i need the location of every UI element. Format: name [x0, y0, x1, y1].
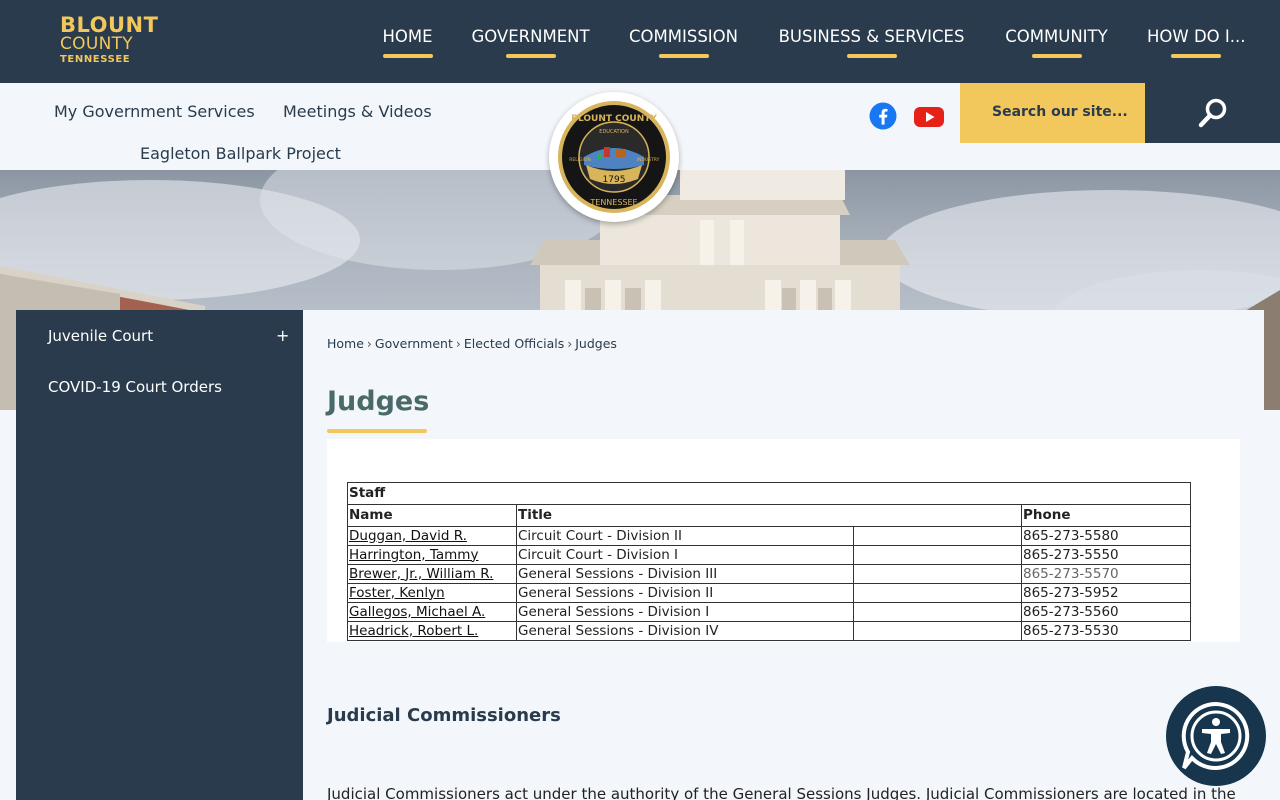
empty-cell [853, 621, 1022, 641]
search-button[interactable] [1145, 83, 1280, 143]
nav-business-services[interactable]: BUSINESS & SERVICES [776, 27, 967, 58]
judge-title: General Sessions - Division II [516, 583, 854, 603]
header-phone: Phone [1021, 504, 1191, 527]
judicial-commissioners-heading: Judicial Commissioners [327, 705, 561, 726]
nav-underline [505, 54, 556, 58]
nav-underline [846, 54, 897, 58]
county-seal[interactable]: BLOUNT COUNTY EDUCATION RELIGION INDUSTR… [549, 92, 679, 222]
judge-phone: 865-273-5560 [1021, 602, 1191, 622]
empty-cell [853, 526, 1022, 546]
top-bar: BLOUNT COUNTY TENNESSEE HOME GOVERNMENT … [0, 0, 1280, 83]
sidebar-item-covid-court-orders[interactable]: COVID-19 Court Orders [48, 378, 222, 396]
table-row: Harrington, Tammy Circuit Court - Divisi… [347, 545, 1191, 565]
breadcrumb: Home › Government › Elected Officials › Judges [327, 336, 617, 351]
accessibility-button[interactable] [1166, 686, 1266, 786]
sidebar-item-juvenile-court[interactable]: Juvenile Court [48, 327, 153, 345]
nav-government-label: GOVERNMENT [471, 27, 590, 46]
main-nav: HOME GOVERNMENT COMMISSION BUSINESS & SE… [0, 27, 1280, 67]
table-row: Gallegos, Michael A. General Sessions - … [347, 602, 1191, 622]
judge-title: General Sessions - Division III [516, 564, 854, 584]
nav-business-services-label: BUSINESS & SERVICES [778, 27, 965, 46]
header-title: Title [516, 504, 1022, 527]
facebook-icon[interactable] [869, 102, 897, 130]
judge-title: General Sessions - Division I [516, 602, 854, 622]
sidebar: Juvenile Court + COVID-19 Court Orders [16, 310, 303, 800]
judge-name-link[interactable]: Foster, Kenlyn [349, 585, 445, 601]
judge-title: General Sessions - Division IV [516, 621, 854, 641]
accessibility-icon [1181, 701, 1250, 770]
link-eagleton-ballpark[interactable]: Eagleton Ballpark Project [140, 144, 341, 163]
empty-cell [853, 564, 1022, 584]
judge-phone: 865-273-5550 [1021, 545, 1191, 565]
seal-center-text: EDUCATION [599, 129, 629, 135]
sidebar-expand-icon[interactable]: + [276, 326, 289, 345]
empty-cell [853, 545, 1022, 565]
breadcrumb-government[interactable]: Government [375, 336, 453, 351]
judge-phone: 865-273-5580 [1021, 526, 1191, 546]
seal-top-text: BLOUNT COUNTY [571, 114, 657, 124]
main-content: Home › Government › Elected Officials › Judges… [303, 310, 1264, 800]
judicial-commissioners-text: Judicial Commissioners act under the aut… [327, 785, 1236, 800]
staff-table: Staff Name Title Phone Duggan, David R. … [347, 482, 1191, 641]
seal-year-text: 1795 [603, 175, 626, 185]
nav-government[interactable]: GOVERNMENT [470, 27, 591, 58]
empty-cell [853, 602, 1022, 622]
judge-name-link[interactable]: Headrick, Robert L. [349, 623, 478, 639]
judge-title: Circuit Court - Division II [516, 526, 854, 546]
empty-cell [853, 583, 1022, 603]
nav-underline [382, 54, 433, 58]
judge-phone: 865-273-5570 [1021, 564, 1191, 584]
nav-commission[interactable]: COMMISSION [627, 27, 740, 58]
judge-phone: 865-273-5530 [1021, 621, 1191, 641]
nav-home-label: HOME [382, 27, 433, 46]
search-input[interactable]: Search our site... [960, 83, 1145, 143]
judge-name-link[interactable]: Gallegos, Michael A. [349, 604, 485, 620]
nav-how-do-i[interactable]: HOW DO I... [1147, 27, 1246, 58]
nav-commission-label: COMMISSION [629, 27, 738, 46]
table-row: Headrick, Robert L. General Sessions - D… [347, 621, 1191, 641]
search-icon [1198, 98, 1227, 128]
nav-community[interactable]: COMMUNITY [1003, 27, 1110, 58]
nav-underline [658, 54, 709, 58]
county-seal-icon: BLOUNT COUNTY EDUCATION RELIGION INDUSTR… [558, 101, 670, 213]
breadcrumb-elected-officials[interactable]: Elected Officials [464, 336, 564, 351]
table-row: Brewer, Jr., William R. General Sessions… [347, 564, 1191, 584]
nav-community-label: COMMUNITY [1005, 27, 1108, 46]
judge-name-link[interactable]: Brewer, Jr., William R. [349, 566, 493, 582]
nav-underline [1031, 54, 1082, 58]
judge-phone: 865-273-5952 [1021, 583, 1191, 603]
staff-table-container: Staff Name Title Phone Duggan, David R. … [327, 439, 1240, 642]
link-meetings-videos[interactable]: Meetings & Videos [283, 102, 432, 121]
seal-right-text: INDUSTRY [637, 157, 660, 163]
header-name: Name [347, 504, 517, 527]
nav-how-do-i-label: HOW DO I... [1147, 27, 1246, 46]
page-title: Judges [327, 386, 430, 417]
judge-name-link[interactable]: Harrington, Tammy [349, 547, 478, 563]
seal-left-text: RELIGION [569, 157, 591, 163]
judge-name-link[interactable]: Duggan, David R. [349, 528, 467, 544]
link-my-government-services[interactable]: My Government Services [54, 102, 255, 121]
breadcrumb-home[interactable]: Home [327, 336, 364, 351]
seal-bottom-text: TENNESSEE [589, 198, 637, 207]
nav-home[interactable]: HOME [382, 27, 433, 58]
table-caption: Staff [347, 482, 1191, 505]
youtube-icon[interactable] [913, 102, 945, 130]
breadcrumb-current: Judges [575, 336, 617, 351]
table-row: Duggan, David R. Circuit Court - Divisio… [347, 526, 1191, 546]
judge-title: Circuit Court - Division I [516, 545, 854, 565]
title-underline [327, 429, 427, 433]
table-row: Foster, Kenlyn General Sessions - Divisi… [347, 583, 1191, 603]
nav-underline [1171, 54, 1221, 58]
